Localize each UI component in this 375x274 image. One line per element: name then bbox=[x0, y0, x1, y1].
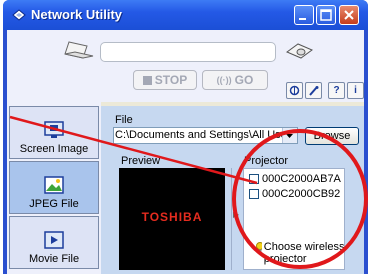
callout-highlight bbox=[9, 115, 368, 269]
callout-line bbox=[9, 115, 258, 185]
highlight-circle bbox=[232, 129, 368, 269]
